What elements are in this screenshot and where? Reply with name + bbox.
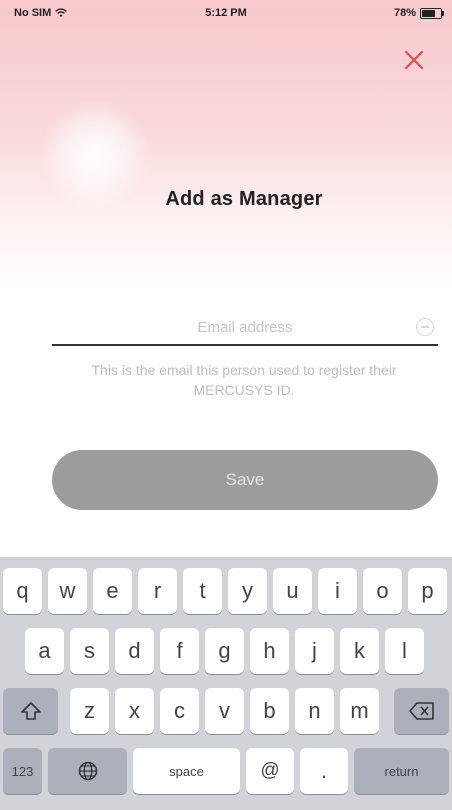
key-n[interactable]: n bbox=[295, 688, 334, 734]
key-s[interactable]: s bbox=[70, 628, 109, 674]
key-p[interactable]: p bbox=[408, 568, 447, 614]
key-q[interactable]: q bbox=[3, 568, 42, 614]
shift-key[interactable] bbox=[3, 688, 58, 734]
key-e[interactable]: e bbox=[93, 568, 132, 614]
key-d[interactable]: d bbox=[115, 628, 154, 674]
at-key[interactable]: @ bbox=[246, 748, 294, 794]
emoji-key[interactable] bbox=[48, 748, 127, 794]
key-h[interactable]: h bbox=[250, 628, 289, 674]
key-y[interactable]: y bbox=[228, 568, 267, 614]
key-x[interactable]: x bbox=[115, 688, 154, 734]
key-a[interactable]: a bbox=[25, 628, 64, 674]
key-j[interactable]: j bbox=[295, 628, 334, 674]
shift-icon bbox=[20, 702, 41, 720]
key-i[interactable]: i bbox=[318, 568, 357, 614]
add-manager-screen: No SIM 5:12 PM 78% Add as Manager This i… bbox=[0, 0, 452, 810]
key-f[interactable]: f bbox=[160, 628, 199, 674]
close-icon[interactable] bbox=[398, 44, 430, 76]
key-k[interactable]: k bbox=[340, 628, 379, 674]
key-l[interactable]: l bbox=[385, 628, 424, 674]
key-w[interactable]: w bbox=[48, 568, 87, 614]
email-field[interactable] bbox=[52, 310, 438, 346]
dot-key[interactable]: . bbox=[300, 748, 348, 794]
clear-input-icon[interactable] bbox=[416, 318, 434, 336]
key-z[interactable]: z bbox=[70, 688, 109, 734]
key-r[interactable]: r bbox=[138, 568, 177, 614]
key-m[interactable]: m bbox=[340, 688, 379, 734]
battery-icon bbox=[420, 7, 444, 19]
backspace-key[interactable] bbox=[394, 688, 449, 734]
battery-percent: 78% bbox=[393, 7, 416, 19]
numbers-key[interactable]: 123 bbox=[3, 748, 42, 794]
return-key[interactable]: return bbox=[354, 748, 449, 794]
space-key[interactable]: space bbox=[133, 748, 240, 794]
email-field-wrapper bbox=[52, 310, 438, 346]
backspace-icon bbox=[408, 702, 434, 720]
key-b[interactable]: b bbox=[250, 688, 289, 734]
status-right: 78% bbox=[393, 7, 444, 19]
status-bar: No SIM 5:12 PM 78% bbox=[0, 0, 452, 26]
keyboard: q w e r t y u i o p a s d f g h j k l z … bbox=[0, 557, 452, 810]
email-helper-text: This is the email this person used to re… bbox=[91, 362, 397, 398]
key-g[interactable]: g bbox=[205, 628, 244, 674]
save-button[interactable]: Save bbox=[52, 450, 438, 510]
status-time: 5:12 PM bbox=[205, 7, 247, 19]
key-o[interactable]: o bbox=[363, 568, 402, 614]
key-u[interactable]: u bbox=[273, 568, 312, 614]
key-t[interactable]: t bbox=[183, 568, 222, 614]
globe-icon bbox=[78, 761, 97, 781]
key-c[interactable]: c bbox=[160, 688, 199, 734]
key-v[interactable]: v bbox=[205, 688, 244, 734]
page-title: Add as Manager bbox=[165, 188, 323, 210]
